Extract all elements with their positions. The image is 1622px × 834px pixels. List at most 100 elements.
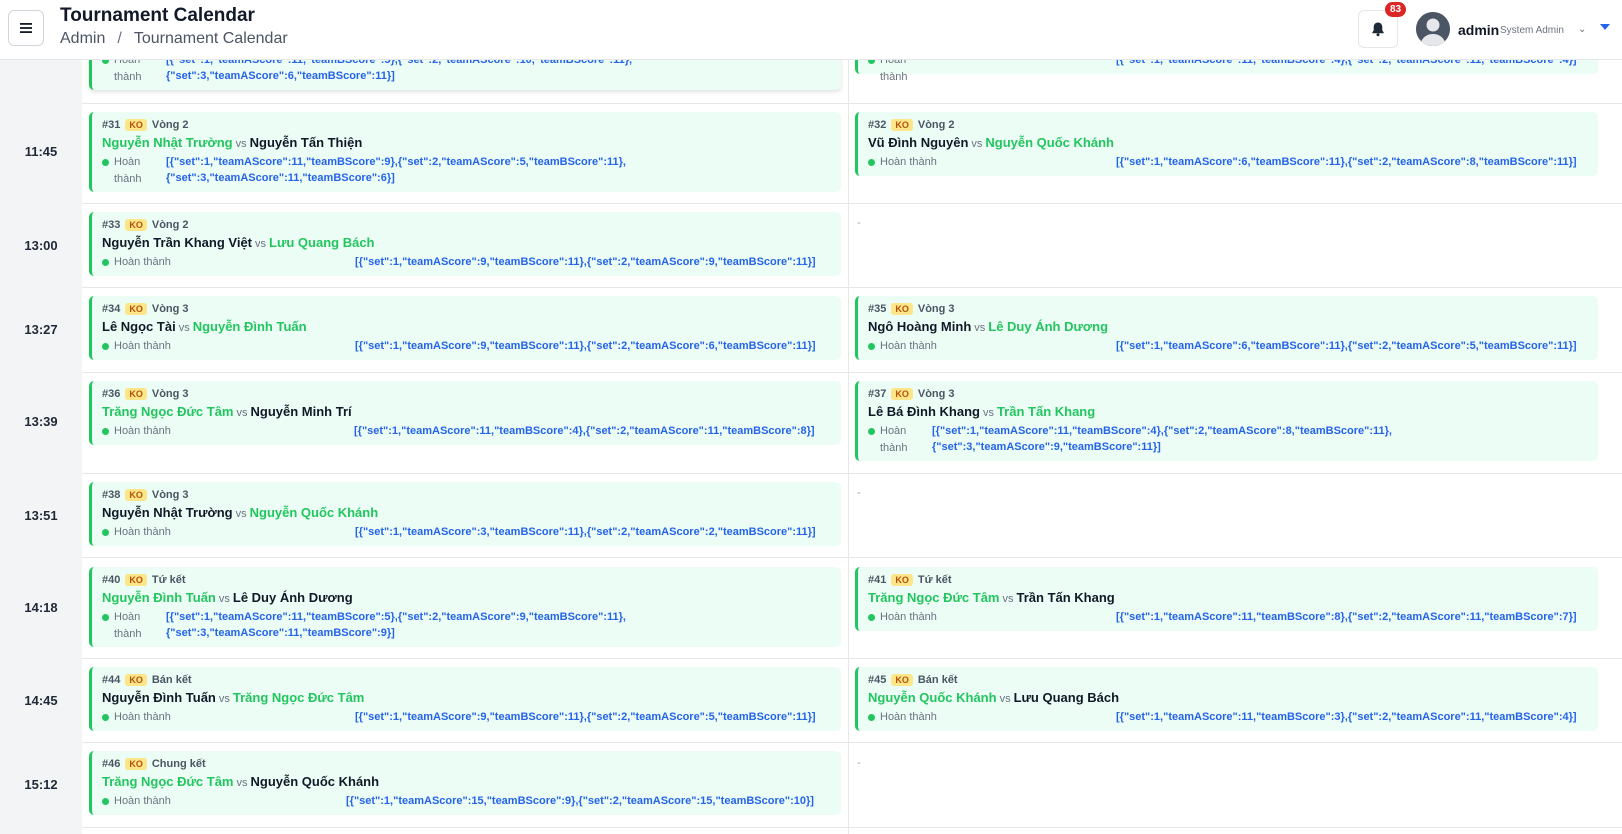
match-card-40[interactable]: #40 KO Tứ kết Nguyễn Đình Tuấn vs Lê Duy Ánh… bbox=[89, 567, 841, 647]
match-id: #46 bbox=[102, 758, 121, 770]
match-status: Hoàn thành bbox=[102, 338, 182, 355]
status-dot-icon bbox=[102, 428, 109, 435]
match-status: Hoàn thành bbox=[868, 423, 920, 457]
match-card-37[interactable]: #37 KO Vòng 3 Lê Bá Đình Khang vs Trần Tấn K… bbox=[855, 381, 1598, 461]
user-name[interactable]: admin bbox=[1458, 22, 1499, 38]
match-score: [{"set":1,"teamAScore":6,"teamBScore":11… bbox=[1116, 156, 1577, 168]
match-card-44[interactable]: #44 KO Bán kết Nguyễn Đình Tuấn vs Trăng Ngọ… bbox=[89, 667, 841, 731]
team-b: Nguyễn Quốc Khánh bbox=[249, 505, 379, 520]
status-dot-icon bbox=[102, 259, 109, 266]
match-score: [{"set":1,"teamAScore":6,"teamBScore":11… bbox=[1116, 340, 1577, 352]
match-id: #40 bbox=[102, 574, 121, 586]
row-separator bbox=[82, 742, 1622, 743]
match-card-35[interactable]: #35 KO Vòng 3 Ngô Hoàng Minh vs Lê Duy Ánh D… bbox=[855, 296, 1598, 360]
vs-label: vs bbox=[999, 693, 1011, 705]
vs-label: vs bbox=[235, 138, 247, 150]
time-label: 15:12 bbox=[24, 777, 58, 792]
vs-label: vs bbox=[178, 322, 190, 334]
caret-down-icon[interactable] bbox=[1600, 24, 1610, 30]
match-id: #44 bbox=[102, 674, 121, 686]
team-a: Trăng Ngọc Đức Tâm bbox=[102, 774, 234, 789]
match-card-45[interactable]: #45 KO Bán kết Nguyễn Quốc Khánh vs Lưu Quan… bbox=[855, 667, 1598, 731]
team-a: Vũ Đình Nguyên bbox=[868, 135, 969, 150]
status-dot-icon bbox=[868, 614, 875, 621]
match-card-32[interactable]: #32 KO Vòng 2 Vũ Đình Nguyên vs Nguyễn Quốc … bbox=[855, 112, 1598, 176]
team-b: Nguyễn Quốc Khánh bbox=[985, 135, 1114, 150]
match-id: #33 bbox=[102, 219, 121, 231]
team-b: Nguyễn Đình Tuấn bbox=[192, 319, 307, 334]
bell-icon bbox=[1372, 22, 1384, 37]
match-status: Hoàn thành bbox=[102, 154, 154, 188]
top-bar: Tournament Calendar Admin / Tournament C… bbox=[0, 0, 1622, 60]
time-label: 13:39 bbox=[24, 414, 58, 429]
row-separator bbox=[82, 557, 1622, 558]
empty-slot: - bbox=[857, 487, 861, 499]
match-status: Hoàn thành bbox=[102, 709, 182, 726]
match-round: Vòng 3 bbox=[151, 303, 189, 315]
vs-label: vs bbox=[236, 777, 248, 789]
team-a: Nguyễn Quốc Khánh bbox=[868, 690, 997, 705]
team-b: Trần Tấn Khang bbox=[996, 404, 1096, 419]
status-dot-icon bbox=[102, 529, 109, 536]
status-dot-icon bbox=[868, 428, 875, 435]
ko-badge: KO bbox=[891, 303, 913, 315]
match-round: Vòng 2 bbox=[151, 119, 189, 131]
team-a: Trăng Ngọc Đức Tâm bbox=[868, 590, 1000, 605]
row-separator bbox=[82, 287, 1622, 288]
match-id: #41 bbox=[868, 574, 887, 586]
user-role: System Admin bbox=[1500, 25, 1564, 36]
vs-label: vs bbox=[235, 508, 247, 520]
ko-badge: KO bbox=[125, 219, 147, 231]
match-card-36[interactable]: #36 KO Vòng 3 Trăng Ngọc Đức Tâm vs Nguyễn M… bbox=[89, 381, 841, 445]
ko-badge: KO bbox=[891, 388, 913, 400]
status-dot-icon bbox=[102, 159, 109, 166]
time-label: 14:18 bbox=[24, 600, 58, 615]
team-a: Nguyễn Đình Tuấn bbox=[102, 590, 216, 605]
match-status: Hoàn thành bbox=[868, 154, 948, 171]
status-dot-icon bbox=[102, 714, 109, 721]
match-card-33[interactable]: #33 KO Vòng 2 Nguyễn Trần Khang Việt vs Lưu … bbox=[89, 212, 841, 276]
match-status: Hoàn thành bbox=[868, 609, 948, 626]
match-status: Hoàn thành bbox=[868, 709, 948, 726]
match-id: #45 bbox=[868, 674, 887, 686]
status-dot-icon bbox=[102, 343, 109, 350]
match-status: Hoàn thành bbox=[102, 609, 154, 643]
notification-badge: 83 bbox=[1385, 2, 1407, 17]
chevron-down-icon[interactable]: ⌄ bbox=[1578, 24, 1586, 35]
status-dot-icon bbox=[868, 714, 875, 721]
match-card-41[interactable]: #41 KO Tứ kết Trăng Ngọc Đức Tâm vs Trần Tấn… bbox=[855, 567, 1598, 631]
ko-badge: KO bbox=[125, 758, 147, 770]
match-score: [{"set":1,"teamAScore":15,"teamBScore":9… bbox=[346, 795, 814, 807]
match-score: [{"set":1,"teamAScore":11,"teamBScore":9… bbox=[166, 156, 626, 184]
time-label: 14:45 bbox=[24, 693, 58, 708]
breadcrumb-current: Tournament Calendar bbox=[133, 30, 288, 47]
match-score: [{"set":1,"teamAScore":11,"teamBScore":3… bbox=[1116, 711, 1577, 723]
team-a: Nguyễn Nhật Trường bbox=[102, 505, 233, 520]
vs-label: vs bbox=[971, 138, 983, 150]
match-status: Hoàn thành bbox=[102, 423, 182, 440]
time-label: 11:45 bbox=[24, 144, 58, 159]
row-separator bbox=[82, 103, 1622, 104]
team-b: Lưu Quang Bách bbox=[1013, 690, 1120, 705]
match-card-31[interactable]: #31 KO Vòng 2 Nguyễn Nhật Trường vs Nguyễn T… bbox=[89, 112, 841, 192]
match-status: Hoàn thành bbox=[102, 524, 182, 541]
ko-badge: KO bbox=[891, 119, 913, 131]
row-separator bbox=[82, 372, 1622, 373]
menu-button[interactable] bbox=[8, 10, 44, 46]
avatar[interactable] bbox=[1416, 12, 1450, 46]
hamburger-icon bbox=[20, 23, 32, 33]
match-id: #34 bbox=[102, 303, 121, 315]
match-status: Hoàn thành bbox=[102, 254, 182, 271]
team-a: Lê Ngọc Tài bbox=[102, 319, 176, 334]
page-title: Tournament Calendar bbox=[60, 5, 255, 26]
breadcrumb-admin[interactable]: Admin bbox=[60, 30, 105, 48]
match-round: Tứ kết bbox=[917, 574, 952, 586]
calendar-grid: 11:45 13:00 13:27 13:39 13:51 14:18 14:4… bbox=[0, 0, 1622, 834]
vs-label: vs bbox=[982, 407, 994, 419]
ko-badge: KO bbox=[125, 489, 147, 501]
match-id: #37 bbox=[868, 388, 887, 400]
match-card-46[interactable]: #46 KO Chung kết Trăng Ngọc Đức Tâm vs Nguyễ… bbox=[89, 751, 841, 815]
match-card-38[interactable]: #38 KO Vòng 3 Nguyễn Nhật Trường vs Nguyễn Q… bbox=[89, 482, 841, 546]
match-card-34[interactable]: #34 KO Vòng 3 Lê Ngọc Tài vs Nguyễn Đình Tuấ… bbox=[89, 296, 841, 360]
time-label: 13:00 bbox=[24, 238, 58, 253]
